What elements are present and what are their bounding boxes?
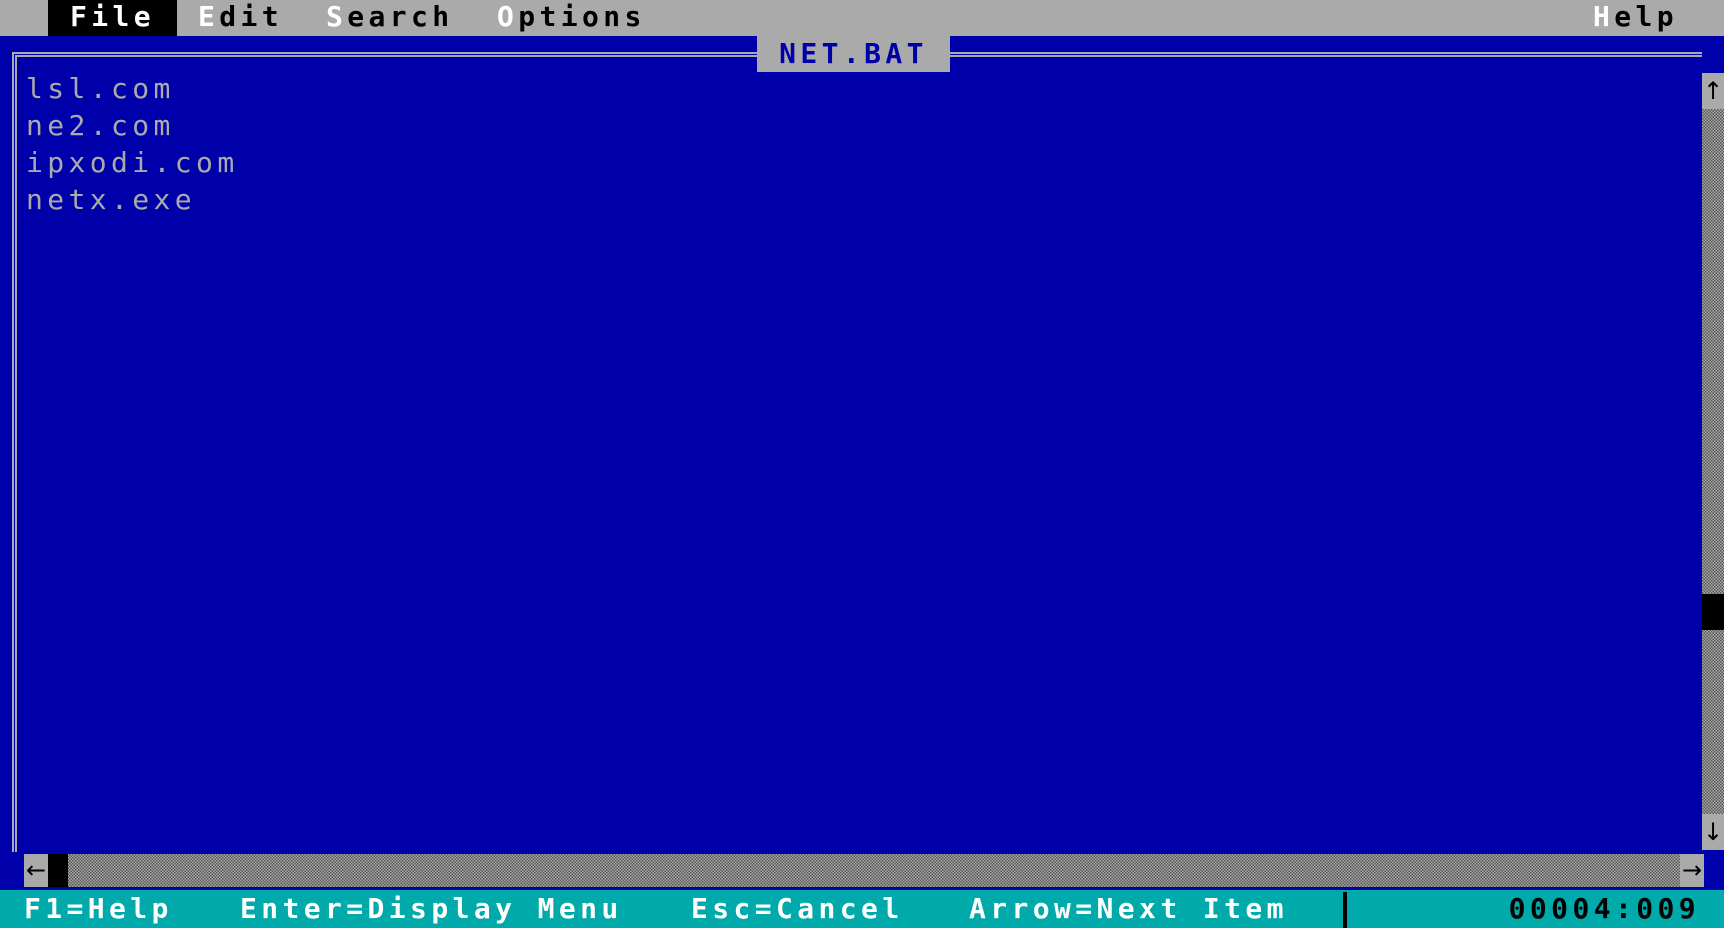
status-bar: F1=Help Enter=Display Menu Esc=Cancel Ar…: [0, 890, 1724, 928]
menu-edit-hotkey: E: [198, 0, 220, 33]
menu-search-hotkey: S: [326, 0, 348, 33]
menu-search-label: earch: [347, 0, 454, 33]
scroll-down-arrow-icon[interactable]: ↓: [1702, 814, 1724, 850]
menu-options[interactable]: Options: [475, 0, 668, 36]
menu-help-hotkey: H: [1593, 0, 1615, 33]
menu-file[interactable]: File: [48, 0, 178, 36]
status-f1-help[interactable]: F1=Help: [24, 890, 173, 928]
window-title: NET.BAT: [757, 36, 950, 72]
menu-bar: File Edit Search Options Help: [0, 0, 1724, 36]
vertical-scrollbar[interactable]: ↑ ↓: [1702, 73, 1724, 850]
window-frame: [12, 52, 1702, 852]
menu-options-hotkey: O: [497, 0, 519, 33]
status-divider: [1343, 892, 1347, 928]
text-line[interactable]: ipxodi.com: [26, 146, 239, 179]
menu-file-hotkey: F: [70, 0, 92, 33]
scroll-left-arrow-icon[interactable]: ←: [24, 854, 48, 887]
menu-edit[interactable]: Edit: [176, 0, 305, 36]
menu-edit-label: dit: [219, 0, 284, 33]
text-line[interactable]: netx.exe: [26, 183, 196, 216]
menu-file-label: ile: [91, 0, 156, 33]
text-line[interactable]: lsl.com: [26, 72, 175, 105]
horizontal-scroll-thumb[interactable]: [48, 854, 68, 887]
menu-options-label: ptions: [518, 0, 646, 33]
horizontal-scrollbar[interactable]: ← →: [24, 854, 1704, 887]
text-line[interactable]: ne2.com: [26, 109, 175, 142]
scroll-up-arrow-icon[interactable]: ↑: [1702, 73, 1724, 109]
status-esc-cancel[interactable]: Esc=Cancel: [691, 890, 904, 928]
cursor-position: 00004:009: [1508, 892, 1700, 925]
vertical-scroll-thumb[interactable]: [1702, 594, 1724, 630]
status-enter-menu[interactable]: Enter=Display Menu: [240, 890, 623, 928]
menu-help[interactable]: Help: [1571, 0, 1700, 36]
menu-help-label: elp: [1614, 0, 1679, 33]
scroll-right-arrow-icon[interactable]: →: [1680, 854, 1704, 887]
menu-search[interactable]: Search: [304, 0, 476, 36]
status-arrow-next: Arrow=Next Item: [969, 892, 1288, 925]
